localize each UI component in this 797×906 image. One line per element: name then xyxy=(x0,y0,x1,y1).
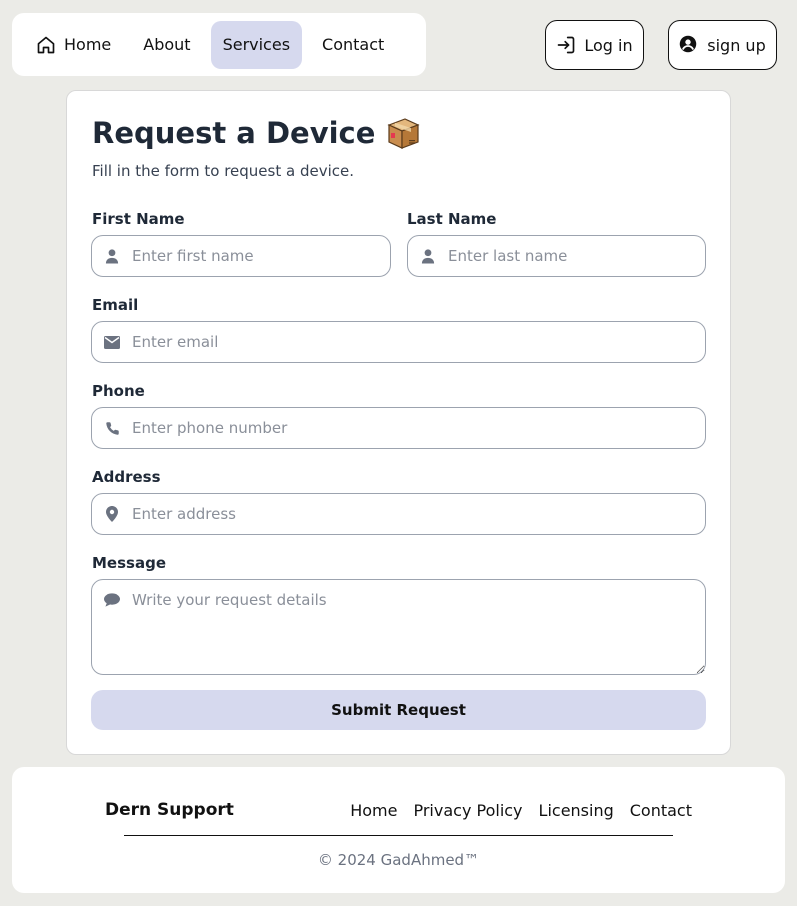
footer-copyright: © 2024 GadAhmed™ xyxy=(317,851,480,869)
main-nav: Home About Services Contact xyxy=(12,13,426,76)
signup-button[interactable]: sign up xyxy=(668,20,777,70)
address-input[interactable] xyxy=(92,494,705,534)
phone-input[interactable] xyxy=(92,408,705,448)
address-field-wrapper xyxy=(91,493,706,535)
envelope-icon xyxy=(104,334,120,350)
speech-bubble-icon xyxy=(104,592,120,608)
request-form-card: Request a Device Fill in the form to req… xyxy=(66,90,731,755)
page-title: Request a Device xyxy=(92,115,421,151)
email-input[interactable] xyxy=(92,322,705,362)
last-name-input[interactable] xyxy=(408,236,705,276)
email-label: Email xyxy=(92,296,139,314)
first-name-field-wrapper xyxy=(91,235,391,277)
package-box-icon xyxy=(385,115,421,151)
phone-icon xyxy=(104,420,120,436)
first-name-label: First Name xyxy=(92,210,185,228)
nav-item-about[interactable]: About xyxy=(131,21,202,69)
footer-links: Home Privacy Policy Licensing Contact xyxy=(350,801,692,820)
page-title-text: Request a Device xyxy=(92,116,376,150)
last-name-label: Last Name xyxy=(407,210,497,228)
nav-item-label: Services xyxy=(222,35,291,54)
nav-item-label: About xyxy=(143,35,191,54)
email-field-wrapper xyxy=(91,321,706,363)
last-name-field-wrapper xyxy=(407,235,706,277)
site-footer: Dern Support Home Privacy Policy Licensi… xyxy=(12,767,785,893)
footer-divider xyxy=(124,835,673,836)
first-name-input[interactable] xyxy=(92,236,390,276)
nav-item-services[interactable]: Services xyxy=(210,20,303,69)
message-textarea[interactable] xyxy=(92,580,705,674)
nav-item-label: Home xyxy=(64,35,112,54)
nav-item-contact[interactable]: Contact xyxy=(310,21,396,69)
user-icon xyxy=(420,248,436,264)
user-icon xyxy=(104,248,120,264)
login-icon xyxy=(556,35,576,55)
message-field-wrapper xyxy=(91,579,706,675)
footer-link-contact[interactable]: Contact xyxy=(630,801,692,820)
login-label: Log in xyxy=(584,35,633,55)
submit-request-button[interactable]: Submit Request xyxy=(91,690,706,730)
map-pin-icon xyxy=(104,506,120,522)
footer-link-privacy-policy[interactable]: Privacy Policy xyxy=(413,801,522,820)
message-label: Message xyxy=(92,554,166,572)
phone-label: Phone xyxy=(92,382,145,400)
nav-item-label: Contact xyxy=(322,35,385,54)
address-label: Address xyxy=(92,468,161,486)
user-circle-icon xyxy=(679,35,699,55)
page-subtitle: Fill in the form to request a device. xyxy=(92,162,354,180)
phone-field-wrapper xyxy=(91,407,706,449)
footer-link-licensing[interactable]: Licensing xyxy=(539,801,614,820)
footer-link-home[interactable]: Home xyxy=(350,801,397,820)
login-button[interactable]: Log in xyxy=(545,20,644,70)
signup-label: sign up xyxy=(707,35,766,55)
footer-brand: Dern Support xyxy=(105,800,234,820)
home-icon xyxy=(36,35,56,55)
nav-item-home[interactable]: Home xyxy=(24,21,123,69)
